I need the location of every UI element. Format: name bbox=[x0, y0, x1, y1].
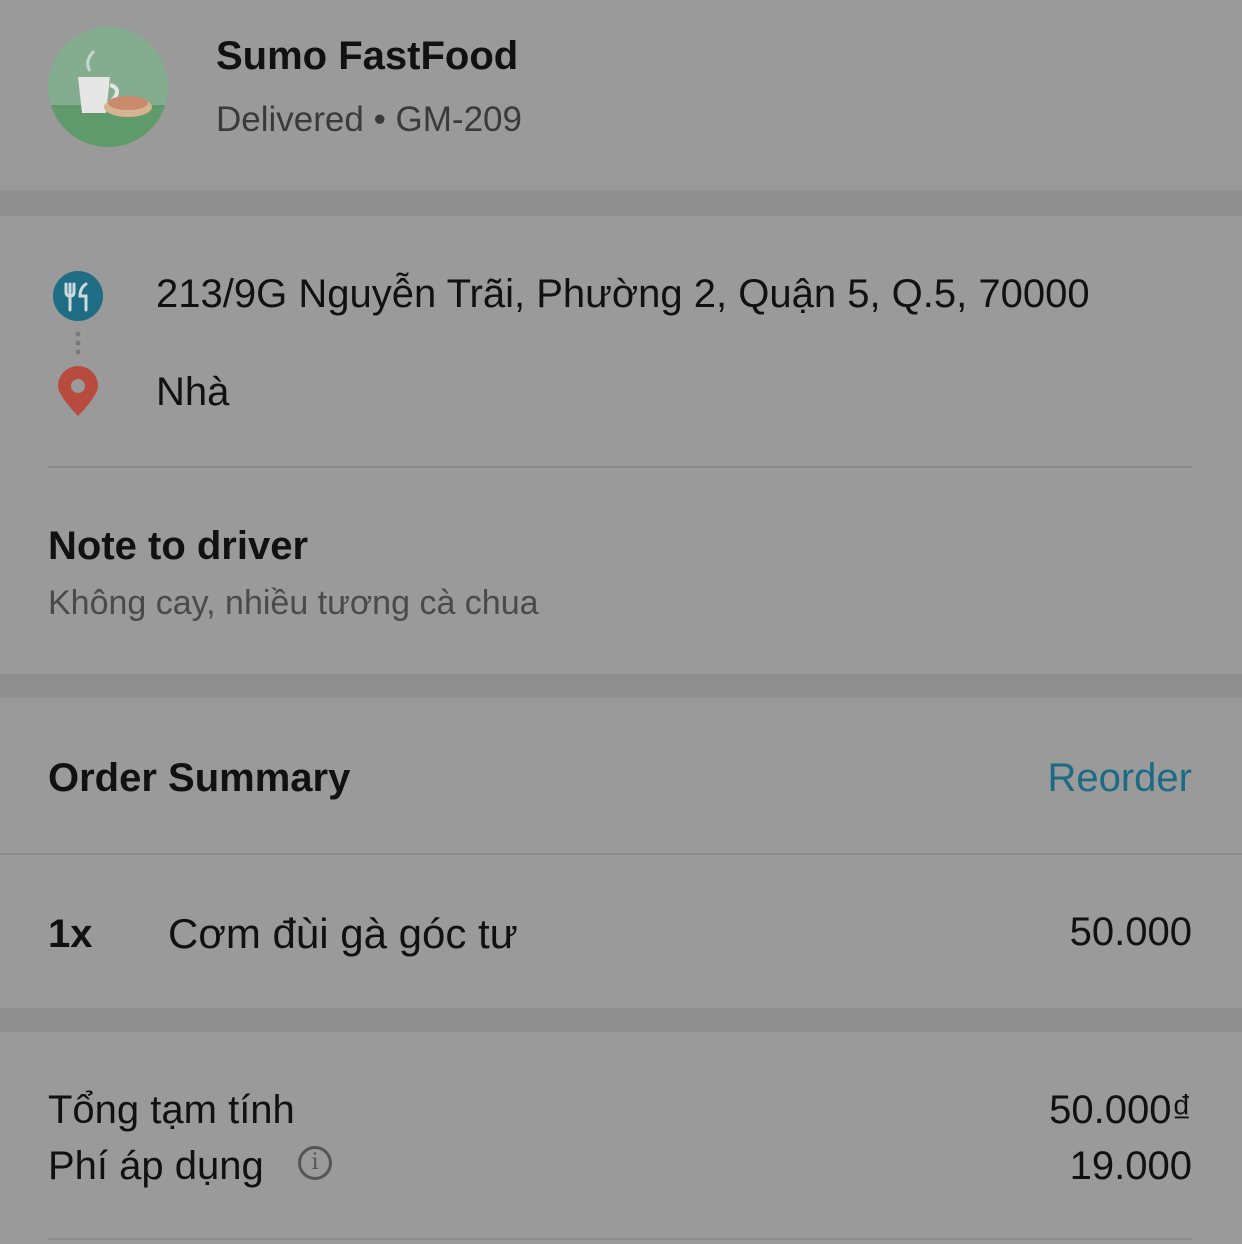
order-header: Sumo FastFood Delivered • GM-209 bbox=[0, 0, 1242, 190]
dropoff-label: Nhà bbox=[156, 370, 230, 414]
fee-value: 19.000 bbox=[1069, 1144, 1192, 1188]
fee-label: Phí áp dụng bbox=[48, 1144, 264, 1188]
item-name: Cơm đùi gà góc tư bbox=[168, 910, 518, 957]
divider bbox=[48, 466, 1192, 468]
item-quantity: 1x bbox=[48, 912, 93, 956]
divider bbox=[48, 1238, 1192, 1240]
coffee-bread-logo-icon bbox=[48, 27, 168, 147]
section-divider bbox=[0, 674, 1242, 698]
location-pin-icon bbox=[58, 366, 98, 416]
restaurant-icon bbox=[53, 271, 103, 321]
order-status: Delivered • GM-209 bbox=[216, 100, 522, 139]
subtotal-value: 50.000₫ bbox=[1049, 1088, 1192, 1132]
item-price: 50.000 bbox=[1069, 910, 1192, 954]
note-text: Không cay, nhiều tương cà chua bbox=[48, 584, 539, 622]
divider bbox=[0, 853, 1242, 855]
store-name: Sumo FastFood bbox=[216, 34, 519, 78]
totals-section bbox=[0, 1032, 1242, 1244]
reorder-button[interactable]: Reorder bbox=[1047, 756, 1192, 801]
note-title: Note to driver bbox=[48, 524, 309, 568]
store-logo bbox=[48, 27, 168, 147]
pickup-address: 213/9G Nguyễn Trãi, Phường 2, Quận 5, Q.… bbox=[156, 272, 1090, 316]
route-connector bbox=[75, 331, 81, 355]
section-divider bbox=[0, 190, 1242, 216]
order-summary-title: Order Summary bbox=[48, 756, 351, 800]
subtotal-label: Tổng tạm tính bbox=[48, 1088, 295, 1132]
section-divider bbox=[0, 1008, 1242, 1032]
info-icon[interactable]: i bbox=[298, 1146, 332, 1180]
